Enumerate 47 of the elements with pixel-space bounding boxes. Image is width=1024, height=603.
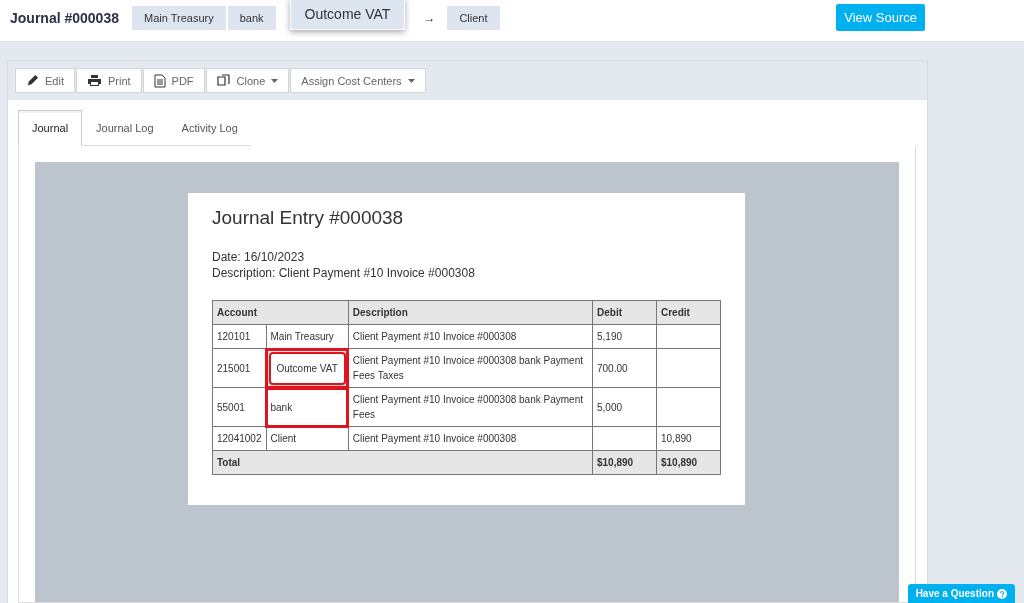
table-cell-text: Main Treasury	[270, 331, 334, 342]
page-title: Journal #000038	[10, 9, 119, 26]
table-cell: 55001	[212, 387, 266, 427]
table-cell: 120101	[212, 324, 266, 349]
toolbar-button[interactable]: Clone	[205, 68, 290, 93]
account-chip[interactable]: Main Treasury	[131, 5, 226, 30]
pencil-icon	[26, 74, 39, 87]
table-cell	[656, 348, 721, 388]
table-cell: 10,890	[656, 426, 721, 451]
table-cell: 700.00	[592, 348, 657, 388]
description-text: Description: Client Payment #10 Invoice #000308	[212, 265, 476, 281]
caret-icon	[407, 78, 415, 83]
account-chip[interactable]: bank	[227, 5, 276, 30]
table-cell	[656, 387, 721, 427]
column-header: Description	[348, 300, 593, 325]
document-title: Journal Entry #000038	[212, 207, 405, 229]
table-cell: Client Payment #10 Invoice #000308 bank Payment Fees Taxes	[348, 348, 593, 388]
date-text: Date: 16/10/2023	[212, 249, 306, 265]
toolbar-button[interactable]: PDF	[142, 68, 205, 93]
table-cell: 12041002	[212, 426, 266, 451]
toolbar-button[interactable]: Print	[75, 68, 142, 93]
table-cell	[592, 426, 657, 451]
table-cell: 5,000	[592, 387, 657, 427]
table-cell	[656, 324, 721, 349]
table-cell: 5,190	[592, 324, 657, 349]
total-label: Total	[212, 450, 593, 475]
question-icon	[997, 588, 1007, 599]
column-header: Debit	[592, 300, 657, 325]
table-cell-text: bank	[270, 401, 293, 413]
copy-icon	[216, 73, 231, 88]
table-cell: 215001	[212, 348, 266, 388]
printer-icon	[86, 74, 102, 87]
table-cell: Client Payment #10 Invoice #000308	[348, 426, 593, 451]
arrow-text: →	[423, 10, 436, 25]
table-cell: Client Payment #10 Invoice #000308 bank Payment Fees	[348, 387, 593, 427]
account-popup: Outcome VAT	[289, 0, 406, 30]
table-cell-text: Client	[270, 433, 297, 444]
document-icon	[153, 73, 166, 88]
column-header: Credit	[656, 300, 721, 325]
account-chip[interactable]: Client	[447, 5, 500, 30]
table-cell: Client Payment #10 Invoice #000308	[348, 324, 593, 349]
toolbar-button[interactable]: Edit	[15, 68, 75, 93]
column-header: Account	[212, 300, 349, 325]
caret-icon	[271, 78, 279, 83]
toolbar-button[interactable]: Assign Cost Centers	[290, 68, 426, 93]
tab[interactable]: Journal	[18, 110, 83, 146]
account-popup: Outcome VAT	[268, 351, 346, 385]
